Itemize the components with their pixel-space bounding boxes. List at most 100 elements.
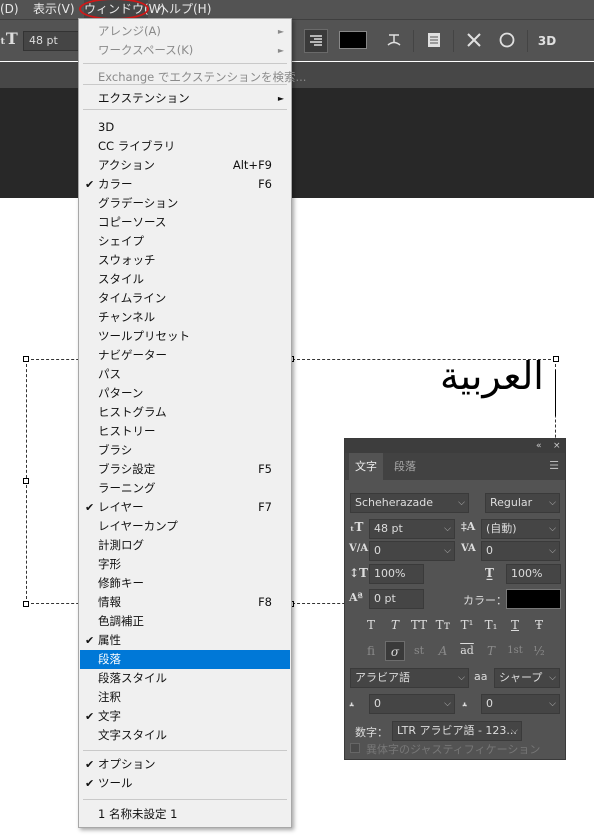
type-size-icon: ₜT: [0, 29, 18, 48]
menu-item-label: 情報: [98, 595, 121, 609]
menu-item[interactable]: アクション Alt+F9: [80, 156, 290, 175]
align-right-button[interactable]: [304, 29, 328, 53]
menu-item[interactable]: ラーニング: [80, 479, 290, 498]
stylistic-alternates-button[interactable]: ad: [457, 641, 477, 661]
menu-item[interactable]: ワークスペース(K) ►: [80, 41, 290, 60]
tracking-field[interactable]: 0 ⌵: [481, 541, 560, 561]
menu-item[interactable]: ブラシ設定 F5: [80, 460, 290, 479]
vertical-scale-field[interactable]: 100%: [369, 564, 424, 584]
menu-item[interactable]: 情報 F8: [80, 593, 290, 612]
menu-item[interactable]: ツールプリセット: [80, 327, 290, 346]
menu-item[interactable]: チャンネル: [80, 308, 290, 327]
menu-item[interactable]: ✔ カラー F6: [80, 175, 290, 194]
diacritic-y-field[interactable]: 0 ⌵: [481, 694, 560, 714]
digits-select[interactable]: LTR アラビア語 - 123... ⌵: [392, 721, 522, 741]
faux-bold-button[interactable]: T: [361, 615, 381, 635]
language-select[interactable]: アラビア語 ⌵: [350, 668, 469, 688]
character-color-swatch[interactable]: [506, 589, 561, 609]
text-color-swatch[interactable]: [339, 31, 367, 49]
close-icon[interactable]: ×: [553, 439, 561, 453]
ordinals-button[interactable]: 1st: [505, 641, 525, 661]
horizontal-scale-field[interactable]: 100%: [506, 564, 561, 584]
underline-button[interactable]: T: [505, 615, 525, 635]
font-style-select[interactable]: Regular ⌵: [485, 493, 560, 513]
leading-field[interactable]: (自動) ⌵: [481, 519, 560, 539]
menu-item[interactable]: アレンジ(A) ►: [80, 22, 290, 41]
discretionary-ligatures-button[interactable]: σ: [385, 641, 405, 661]
menu-item[interactable]: シェイプ: [80, 232, 290, 251]
menu-item[interactable]: ヒストグラム: [80, 403, 290, 422]
menu-item[interactable]: ✔ レイヤー F7: [80, 498, 290, 517]
menu-item[interactable]: ✔ 文字: [80, 707, 290, 726]
menu-item[interactable]: レイヤーカンプ: [80, 517, 290, 536]
menu-item[interactable]: ✔ ツール: [80, 774, 290, 793]
menu-item[interactable]: 計測ログ: [80, 536, 290, 555]
titling-alternates-button[interactable]: T: [481, 641, 501, 661]
menu-item[interactable]: パターン: [80, 384, 290, 403]
justification-alternates-label: 異体字のジャスティフィケーション: [366, 743, 541, 756]
diacritic-x-field[interactable]: 0 ⌵: [369, 694, 455, 714]
menu-item[interactable]: ✔ オプション: [80, 755, 290, 774]
menu-help[interactable]: ヘルプ(H): [157, 0, 211, 19]
cancel-button[interactable]: [462, 29, 486, 53]
3d-button[interactable]: 3D: [534, 29, 560, 53]
menu-item-shortcut: F5: [258, 462, 272, 476]
commit-button[interactable]: [495, 29, 519, 53]
menu-item[interactable]: スウォッチ: [80, 251, 290, 270]
swash-button[interactable]: A: [433, 641, 453, 661]
antialias-select[interactable]: シャープ ⌵: [494, 668, 560, 688]
ligatures-button[interactable]: fi: [361, 641, 381, 661]
menu-item[interactable]: スタイル: [80, 270, 290, 289]
menu-item[interactable]: 1 名称未設定 1: [80, 805, 290, 824]
menu-item-label: ブラシ設定: [98, 462, 156, 476]
menu-image[interactable]: (D): [0, 0, 24, 19]
menu-item[interactable]: 段落スタイル: [80, 669, 290, 688]
options-font-size[interactable]: 48 pt: [23, 31, 83, 51]
historical-ligatures-button[interactable]: st: [409, 641, 429, 661]
arabic-text-layer[interactable]: العربية: [440, 354, 544, 398]
transform-handle[interactable]: [23, 478, 29, 484]
small-caps-button[interactable]: Tт: [433, 615, 453, 635]
menu-item[interactable]: 字形: [80, 555, 290, 574]
menu-item[interactable]: タイムライン: [80, 289, 290, 308]
collapse-icon[interactable]: «: [536, 439, 542, 453]
warp-text-icon: [387, 34, 401, 46]
font-family-select[interactable]: Scheheraz﻿ade ⌵: [350, 493, 469, 513]
baseline-shift-field[interactable]: 0 pt: [369, 589, 424, 609]
menu-item[interactable]: 注釈: [80, 688, 290, 707]
menu-item[interactable]: ✔ 属性: [80, 631, 290, 650]
menu-item[interactable]: 修飾キー: [80, 574, 290, 593]
menu-view[interactable]: 表示(V): [33, 0, 75, 19]
separator: [453, 30, 454, 52]
transform-handle[interactable]: [553, 356, 559, 362]
menu-item[interactable]: パス: [80, 365, 290, 384]
menu-item[interactable]: ブラシ: [80, 441, 290, 460]
transform-handle[interactable]: [23, 601, 29, 607]
transform-handle[interactable]: [23, 356, 29, 362]
menu-item[interactable]: 文字スタイル: [80, 726, 290, 745]
faux-italic-button[interactable]: T: [385, 615, 405, 635]
kerning-field[interactable]: 0 ⌵: [369, 541, 455, 561]
menu-item[interactable]: ヒストリー: [80, 422, 290, 441]
font-size-field[interactable]: 48 pt ⌵: [369, 519, 455, 539]
menu-item[interactable]: ナビゲーター: [80, 346, 290, 365]
warp-text-button[interactable]: [382, 29, 406, 53]
tab-character[interactable]: 文字: [349, 453, 383, 480]
superscript-button[interactable]: T¹: [457, 615, 477, 635]
menu-item[interactable]: 色調補正: [80, 612, 290, 631]
justification-alternates-checkbox[interactable]: [350, 743, 360, 753]
tab-paragraph[interactable]: 段落: [388, 453, 422, 480]
menu-item[interactable]: コピーソース: [80, 213, 290, 232]
strikethrough-button[interactable]: Ŧ: [529, 615, 549, 635]
menu-item[interactable]: 段落: [80, 650, 290, 669]
menu-item[interactable]: エクステンション ►: [80, 89, 290, 108]
menu-item[interactable]: グラデーション: [80, 194, 290, 213]
menu-item[interactable]: 3D: [80, 118, 290, 137]
menu-item-label: ツール: [98, 776, 133, 790]
fractions-button[interactable]: ½: [529, 641, 549, 661]
panel-menu-icon[interactable]: ☰: [549, 459, 559, 472]
toggle-panels-button[interactable]: [422, 29, 446, 53]
subscript-button[interactable]: T₁: [481, 615, 501, 635]
all-caps-button[interactable]: TT: [409, 615, 429, 635]
menu-item[interactable]: CC ライブラリ: [80, 137, 290, 156]
